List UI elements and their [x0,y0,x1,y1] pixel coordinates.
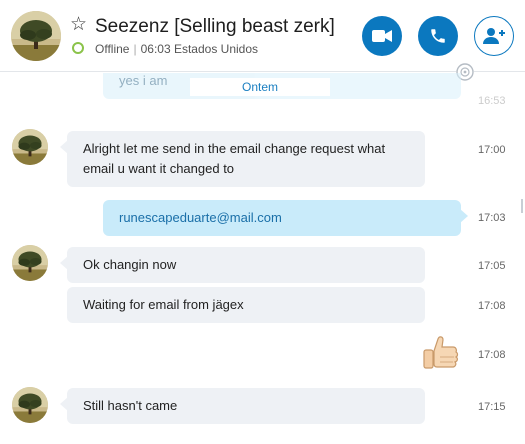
video-camera-icon [372,30,392,42]
thumbs-up-emoticon[interactable] [420,333,462,375]
conversation-header: ☆ Seezenz [Selling beast zerk] Offline | 0… [0,0,525,72]
sender-avatar[interactable] [12,129,48,165]
contact-name: Seezenz [Selling beast zerk] [95,16,335,37]
sender-avatar[interactable] [12,245,48,281]
add-person-icon [483,28,505,44]
status-text: Offline [95,42,130,56]
message-bubble-incoming[interactable]: Alright let me send in the email change … [60,131,425,187]
message-text: Alright let me send in the email change … [83,141,386,176]
favorite-star-icon[interactable]: ☆ [70,15,87,34]
contact-avatar[interactable] [11,11,61,61]
message-text: Waiting for email from jägex [83,297,244,312]
add-people-button[interactable] [474,16,514,56]
local-time: 06:03 Estados Unidos [140,42,259,56]
message-time: 17:00 [478,144,506,156]
sender-avatar[interactable] [12,387,48,423]
message-bubble-outgoing[interactable]: runescapeduarte@mail.com [103,200,468,236]
message-text: Still hasn't came [83,398,178,413]
video-call-button[interactable] [362,16,402,56]
phone-icon [431,29,445,43]
message-time: 17:08 [478,349,506,361]
message-time: 17:05 [478,260,506,272]
date-separator: Ontem [190,78,330,96]
conversation-area[interactable]: yes i am 16:53 Ontem Alright let me send… [0,73,525,444]
message-bubble-incoming[interactable]: Still hasn't came [60,388,425,424]
message-text: Ok changin now [83,257,177,272]
message-time: 17:08 [478,300,506,312]
contact-status: Offline | 06:03 Estados Unidos [95,42,258,56]
scrollbar-marker[interactable] [521,199,523,213]
audio-call-button[interactable] [418,16,458,56]
presence-offline-icon [72,42,84,54]
message-time: 17:03 [478,212,506,224]
message-text: runescapeduarte@mail.com [119,210,282,225]
message-bubble-incoming[interactable]: Ok changin now [60,247,425,283]
status-separator: | [133,42,137,56]
message-bubble-incoming[interactable]: Waiting for email from jägex [67,287,425,323]
previous-message-time: 16:53 [478,95,506,107]
message-time: 17:15 [478,401,506,413]
previous-message-text: yes i am [119,73,168,88]
